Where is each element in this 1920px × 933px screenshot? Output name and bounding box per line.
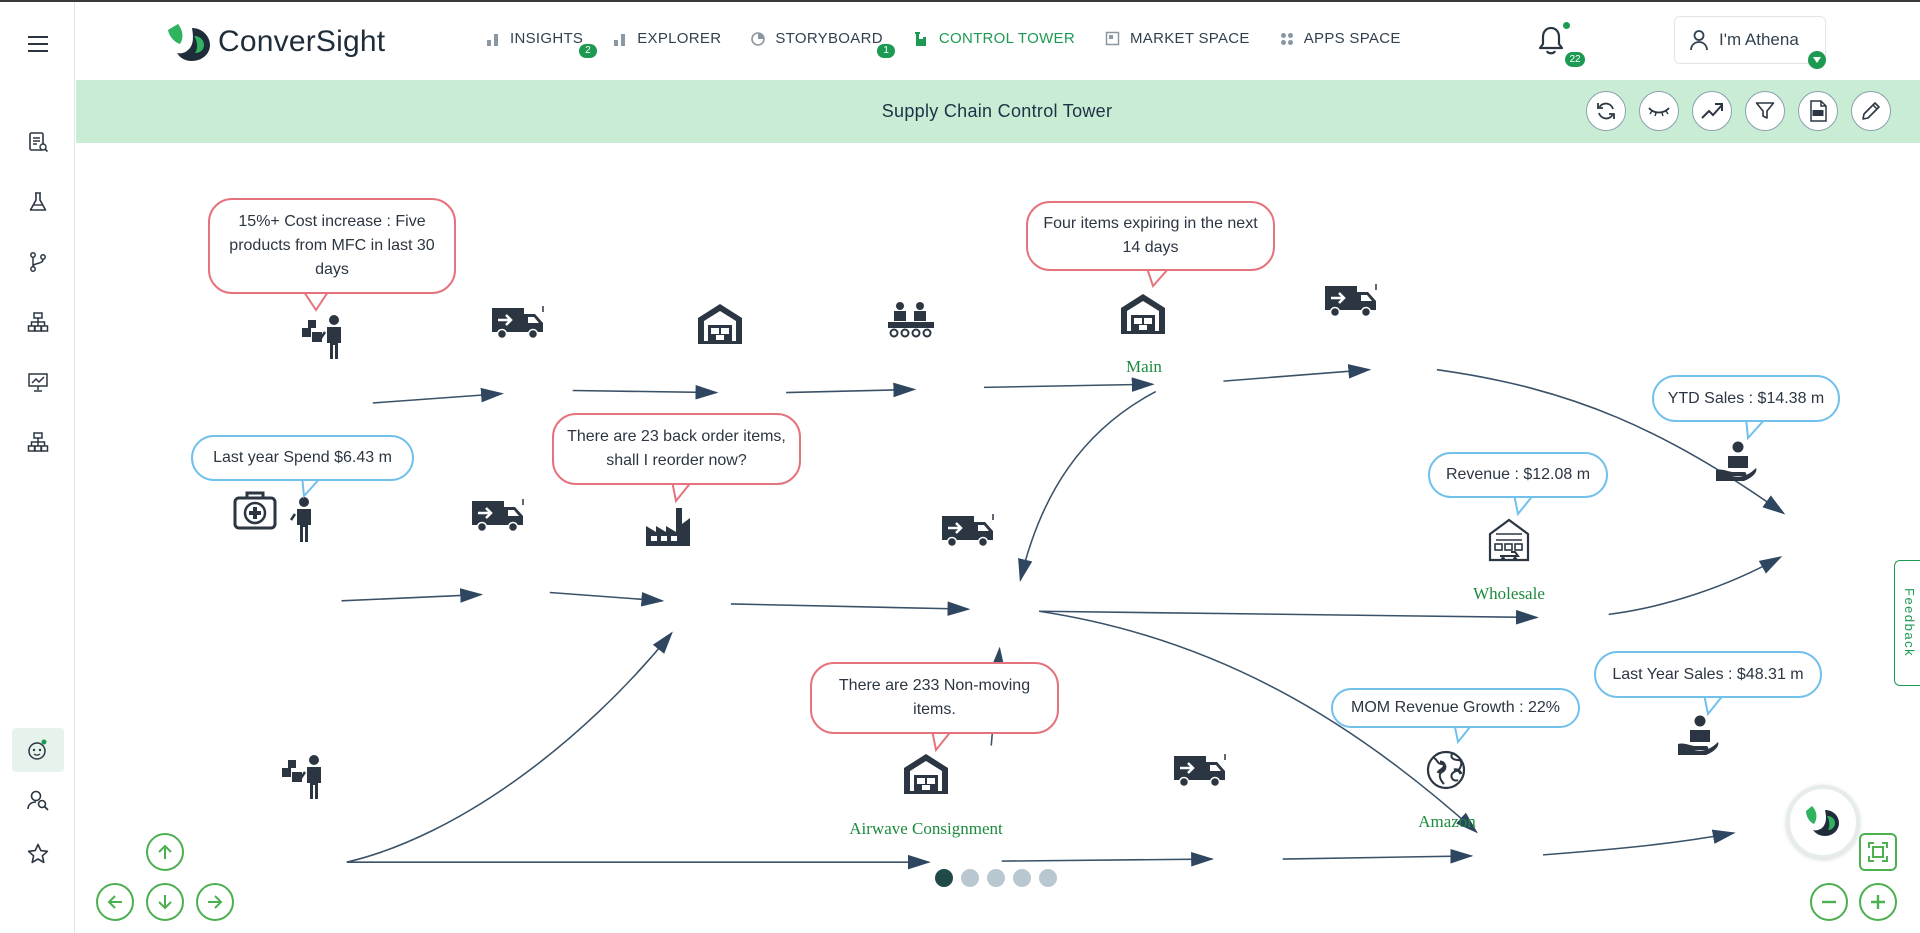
pan-down-button[interactable] [146, 883, 184, 921]
edge-supplier3-to-factory [346, 631, 673, 863]
assistant-logo-icon [1806, 806, 1839, 836]
edge-dc-to-wholesale [1039, 609, 1539, 625]
slide-pagination [935, 869, 1057, 887]
production-line-icon [888, 302, 934, 338]
callout-last-year-spend[interactable]: Last year Spend $6.43 m [191, 435, 414, 481]
customer-hand-icon [1678, 715, 1719, 755]
minus-icon [1822, 900, 1836, 904]
pagination-dot-1[interactable] [935, 869, 953, 887]
edge-factory-to-dc [730, 601, 971, 616]
fit-screen-icon [1868, 842, 1888, 862]
airwave-warehouse-icon [904, 754, 948, 794]
arrow-left-icon [107, 895, 122, 909]
edge-truck4-to-amazon [1282, 848, 1474, 864]
node-label-amazon: Amazon [1418, 812, 1476, 831]
node-label-wholesale: Wholesale [1473, 584, 1545, 603]
callout-ytd-sales[interactable]: YTD Sales : $14.38 m [1652, 375, 1840, 422]
athena-assistant-button[interactable] [1786, 785, 1860, 859]
callout-non-moving[interactable]: There are 233 Non-moving items. [810, 662, 1059, 734]
node-label-airwave: Airwave Consignment [849, 819, 1003, 838]
zoom-in-button[interactable] [1859, 883, 1897, 921]
callout-back-order[interactable]: There are 23 back order items, shall I r… [552, 413, 801, 485]
feedback-tab[interactable]: Feedback [1894, 560, 1920, 686]
edge-main-to-truck2 [1223, 364, 1372, 382]
customer-hand-icon [1716, 441, 1757, 481]
feedback-label: Feedback [1902, 588, 1917, 658]
edge-amazon-to-retail2 [1543, 829, 1736, 856]
callout-expiring-items[interactable]: Four items expiring in the next 14 days [1026, 201, 1275, 271]
factory-icon [646, 508, 690, 546]
pan-up-button[interactable] [146, 833, 184, 871]
edge-truck3-to-factory [549, 591, 665, 607]
edge-supplier-to-truck1 [372, 387, 504, 404]
callout-tail [303, 292, 329, 312]
callout-tail [1146, 268, 1170, 288]
edge-production-to-main [983, 377, 1155, 392]
warehouse-icon [698, 304, 742, 344]
arrow-down-icon [158, 895, 172, 910]
edge-wholesale-to-retail [1608, 556, 1783, 616]
plus-icon [1871, 895, 1885, 909]
distribution-truck-icon [942, 514, 994, 548]
pagination-dot-4[interactable] [1013, 869, 1031, 887]
edge-airwave-to-truck4 [1001, 851, 1215, 867]
edge-main-to-dc [1018, 390, 1157, 583]
arrow-up-icon [158, 844, 172, 859]
pan-left-button[interactable] [96, 883, 134, 921]
pan-right-button[interactable] [196, 883, 234, 921]
pagination-dot-2[interactable] [961, 869, 979, 887]
pagination-dot-5[interactable] [1039, 869, 1057, 887]
delivery-truck-icon [1325, 284, 1377, 318]
supplier-person-icon [282, 755, 321, 799]
supplier-person-icon [302, 315, 341, 359]
fit-to-screen-button[interactable] [1859, 833, 1897, 871]
callout-revenue[interactable]: Revenue : $12.08 m [1428, 452, 1608, 498]
wholesale-store-icon [1488, 518, 1530, 562]
pagination-dot-3[interactable] [987, 869, 1005, 887]
main-warehouse-icon [1121, 294, 1165, 334]
delivery-truck-icon [492, 306, 544, 340]
globe-icon [1426, 750, 1466, 790]
delivery-truck-icon [1174, 754, 1226, 788]
zoom-out-button[interactable] [1810, 883, 1848, 921]
callout-cost-increase[interactable]: 15%+ Cost increase : Five products from … [208, 198, 456, 294]
callout-mom-growth[interactable]: MOM Revenue Growth : 22% [1331, 688, 1580, 728]
edge-supplier2-to-truck3 [341, 588, 484, 603]
arrow-right-icon [208, 895, 223, 909]
callout-last-year-sales[interactable]: Last Year Sales : $48.31 m [1594, 651, 1822, 698]
edge-truck1-to-warehouse1 [572, 384, 719, 400]
delivery-truck-icon [472, 499, 524, 533]
node-label-main: Main [1126, 357, 1162, 376]
edge-warehouse1-to-production [786, 382, 917, 398]
